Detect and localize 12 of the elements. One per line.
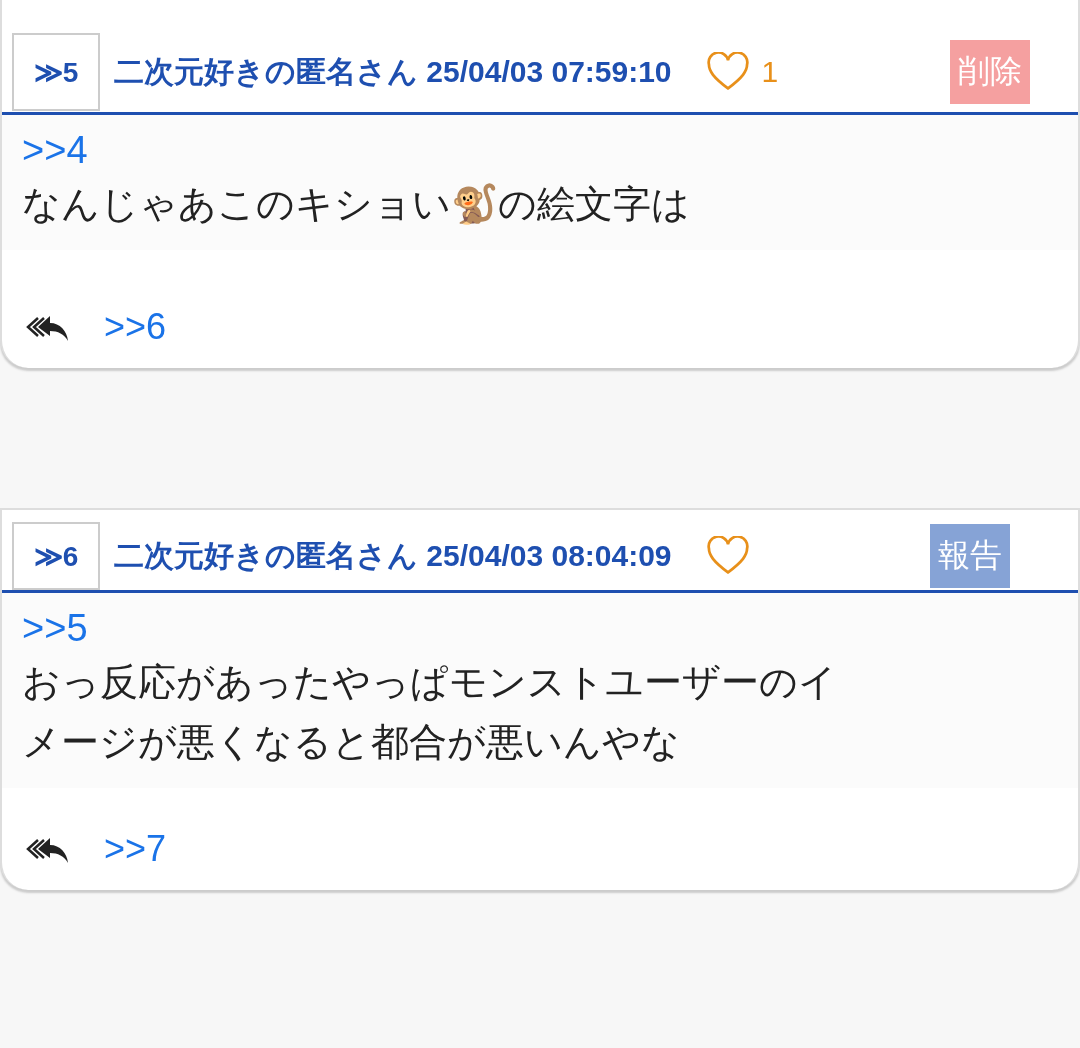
like-count: 1 [761,55,779,89]
post-text: なんじゃあこのキショい🐒の絵文字は [22,181,691,228]
post-text: おっ反応があったやっぱモンストユーザーのイ メージが悪くなると都合が悪いんやな [22,659,838,766]
quote-link[interactable]: >>5 [22,607,1058,650]
reply-link[interactable]: >>7 [104,828,167,870]
report-button[interactable]: 報告 [930,524,1010,588]
post-number[interactable]: ≫6 [12,522,100,590]
post-number[interactable]: ≫5 [12,33,100,111]
quote-link[interactable]: >>4 [22,129,1058,172]
reply-link[interactable]: >>6 [104,306,167,348]
post-author-date: 二次元好きの匿名さん 25/04/03 07:59:10 [114,53,672,90]
post-author-date: 二次元好きの匿名さん 25/04/03 08:04:09 [114,537,672,574]
